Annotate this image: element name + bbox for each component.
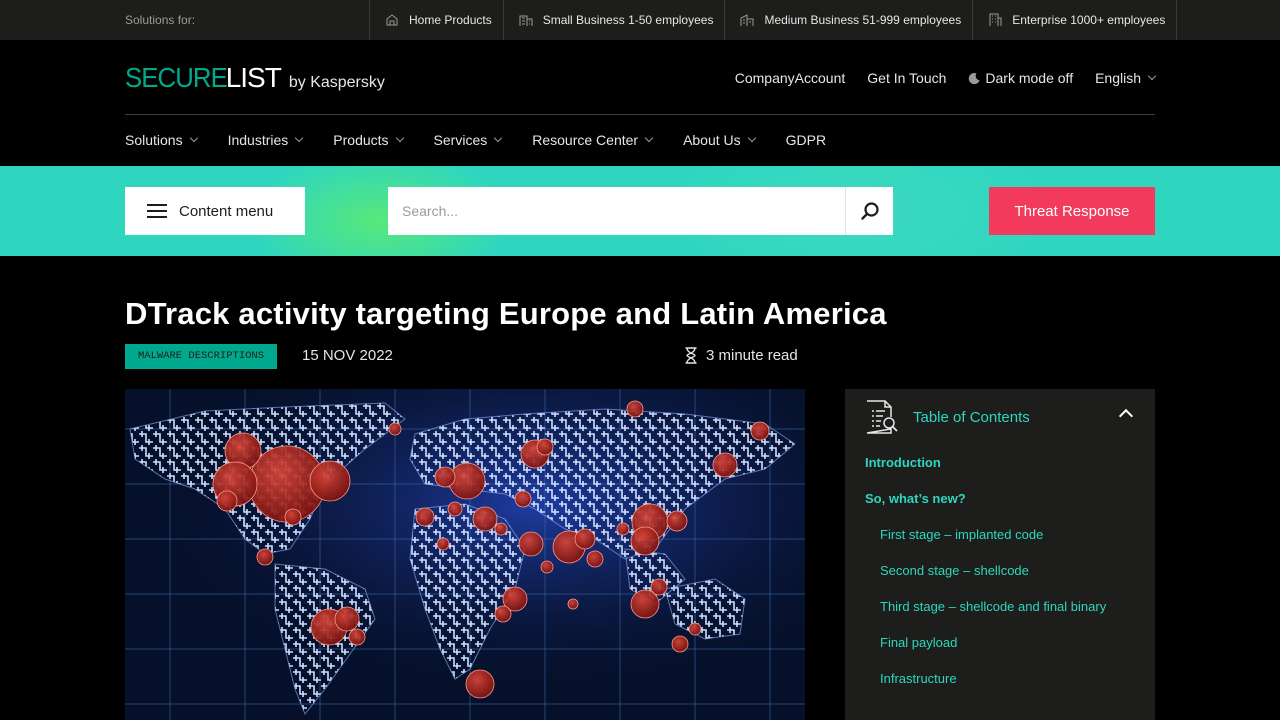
segment-enterprise[interactable]: Enterprise 1000+ employees bbox=[972, 0, 1178, 40]
top-utility-bar: Solutions for: Home Products Small Busin… bbox=[0, 0, 1280, 40]
header-utility-links: CompanyAccount Get In Touch Dark mode of… bbox=[735, 70, 1157, 86]
segment-label: Medium Business 51-999 employees bbox=[764, 13, 962, 27]
toc-item-whats-new[interactable]: So, what’s new? bbox=[865, 491, 1106, 527]
chevron-down-icon bbox=[1147, 71, 1157, 81]
chevron-down-icon bbox=[189, 133, 198, 143]
chevron-down-icon bbox=[747, 133, 756, 143]
search-icon bbox=[860, 202, 879, 220]
chevron-down-icon bbox=[395, 133, 404, 143]
segment-label: Small Business 1-50 employees bbox=[542, 13, 714, 27]
nav-solutions[interactable]: Solutions bbox=[125, 132, 198, 148]
table-of-contents: Table of Contents Introduction So, what’… bbox=[845, 389, 1155, 720]
chevron-down-icon bbox=[644, 133, 654, 143]
category-tag[interactable]: MALWARE DESCRIPTIONS bbox=[125, 344, 278, 369]
segment-medium-business[interactable]: Medium Business 51-999 employees bbox=[724, 0, 972, 40]
world-map-circuit-illustration bbox=[125, 389, 805, 720]
article-hero-image bbox=[125, 389, 805, 720]
chevron-up-icon[interactable] bbox=[1118, 408, 1134, 424]
nav-products[interactable]: Products bbox=[333, 132, 404, 148]
threat-response-button[interactable]: Threat Response bbox=[989, 187, 1155, 235]
nav-label: GDPR bbox=[785, 132, 827, 148]
segment-label: Home Products bbox=[409, 13, 492, 27]
language-selector[interactable]: English bbox=[1095, 70, 1157, 86]
toc-list: Introduction So, what’s new? First stage… bbox=[865, 455, 1106, 707]
enterprise-icon bbox=[989, 13, 1002, 26]
segment-small-business[interactable]: Small Business 1-50 employees bbox=[502, 0, 725, 40]
toc-item-first-stage[interactable]: First stage – implanted code bbox=[865, 527, 1106, 563]
audience-segments: Home Products Small Business 1-50 employ… bbox=[369, 0, 1178, 40]
dark-mode-label: Dark mode off bbox=[985, 70, 1074, 86]
nav-gdpr[interactable]: GDPR bbox=[786, 132, 826, 148]
site-header: SECURE LIST by Kaspersky CompanyAccount … bbox=[0, 40, 1280, 166]
toc-title: Table of Contents bbox=[913, 408, 1030, 426]
toc-item-second-stage[interactable]: Second stage – shellcode bbox=[865, 563, 1106, 599]
hamburger-icon bbox=[147, 204, 167, 218]
read-time-label: 3 minute read bbox=[706, 347, 798, 364]
nav-label: Industries bbox=[227, 132, 289, 148]
nav-label: Resource Center bbox=[532, 132, 639, 148]
segment-label: Enterprise 1000+ employees bbox=[1012, 13, 1166, 27]
solutions-for-label: Solutions for: bbox=[125, 13, 196, 27]
nav-label: Services bbox=[433, 132, 488, 148]
home-icon bbox=[386, 14, 398, 26]
nav-resource-center[interactable]: Resource Center bbox=[532, 132, 654, 148]
header-divider bbox=[125, 114, 1155, 115]
search-input[interactable] bbox=[388, 187, 845, 235]
chevron-down-icon bbox=[493, 133, 503, 143]
dark-mode-toggle[interactable]: Dark mode off bbox=[968, 70, 1073, 86]
nav-industries[interactable]: Industries bbox=[227, 132, 304, 148]
search-band: Content menu Threat Response bbox=[0, 166, 1280, 256]
toc-item-third-stage[interactable]: Third stage – shellcode and final binary bbox=[865, 599, 1106, 635]
toc-header[interactable]: Table of Contents bbox=[865, 399, 1135, 435]
logo-secure: SECURE bbox=[125, 62, 228, 93]
toc-item-final-payload[interactable]: Final payload bbox=[865, 635, 1106, 671]
nav-label: About Us bbox=[683, 132, 741, 148]
segment-home-products[interactable]: Home Products bbox=[369, 0, 503, 40]
chevron-down-icon bbox=[295, 133, 304, 143]
logo-list: LIST bbox=[225, 62, 282, 93]
content-menu-button[interactable]: Content menu bbox=[125, 187, 305, 235]
small-business-icon bbox=[519, 15, 533, 26]
read-time: 3 minute read bbox=[684, 347, 798, 364]
nav-label: Solutions bbox=[125, 132, 183, 148]
article-title: DTrack activity targeting Europe and Lat… bbox=[125, 296, 887, 331]
toc-item-infrastructure[interactable]: Infrastructure bbox=[865, 671, 1106, 707]
company-account-link[interactable]: CompanyAccount bbox=[735, 70, 846, 86]
language-label: English bbox=[1095, 70, 1141, 86]
medium-business-icon bbox=[740, 14, 754, 26]
toc-item-introduction[interactable]: Introduction bbox=[865, 455, 1106, 491]
logo-by-kaspersky: by Kaspersky bbox=[288, 74, 385, 91]
nav-services[interactable]: Services bbox=[433, 132, 503, 148]
document-search-icon bbox=[866, 400, 898, 434]
hourglass-icon bbox=[685, 347, 697, 364]
main-navigation: Solutions Industries Products Services R… bbox=[125, 132, 857, 148]
article-date: 15 NOV 2022 bbox=[302, 347, 393, 364]
content-menu-label: Content menu bbox=[179, 202, 274, 220]
securelist-logo[interactable]: SECURE LIST by Kaspersky bbox=[125, 62, 385, 94]
nav-label: Products bbox=[333, 132, 389, 148]
search-button[interactable] bbox=[845, 187, 893, 235]
moon-icon bbox=[969, 72, 981, 84]
get-in-touch-link[interactable]: Get In Touch bbox=[867, 70, 946, 86]
search-box bbox=[388, 187, 893, 235]
nav-about-us[interactable]: About Us bbox=[683, 132, 756, 148]
